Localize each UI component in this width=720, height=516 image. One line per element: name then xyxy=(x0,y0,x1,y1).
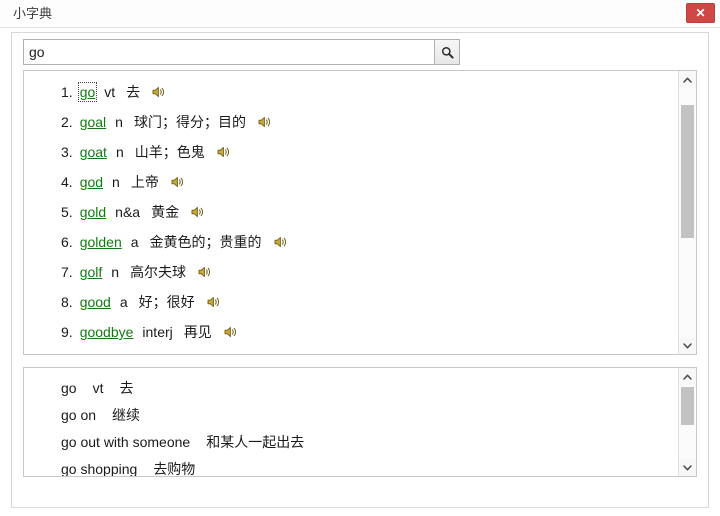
speaker-icon[interactable] xyxy=(190,205,205,219)
word-link[interactable]: good xyxy=(80,294,111,310)
word-definition: 金黄色的；贵重的 xyxy=(149,235,262,251)
word-pos: a xyxy=(130,234,139,250)
chevron-up-icon xyxy=(683,77,692,83)
scroll-down-button[interactable] xyxy=(679,337,696,354)
word-definition: 高尔夫球 xyxy=(130,265,187,281)
close-button[interactable]: ✕ xyxy=(686,3,715,23)
word-definition: 去 xyxy=(126,85,141,101)
chevron-up-icon xyxy=(683,374,692,380)
speaker-icon[interactable] xyxy=(197,265,212,279)
word-link[interactable]: golden xyxy=(80,234,122,250)
word-index: 5. xyxy=(61,204,73,220)
word-list-scrollbar[interactable] xyxy=(678,71,696,354)
list-item[interactable]: 3. goat n 山羊；色鬼 xyxy=(24,137,678,167)
word-index: 7. xyxy=(61,264,73,280)
phrase-list: go vt 去 go on 继续 go out with someone 和某人… xyxy=(24,368,678,477)
search-icon xyxy=(441,46,454,59)
list-item[interactable]: 6. golden a 金黄色的；贵重的 xyxy=(24,227,678,257)
phrase-list-scrollbar[interactable] xyxy=(678,368,696,476)
word-definition: 黄金 xyxy=(151,205,180,221)
speaker-icon[interactable] xyxy=(151,85,166,99)
word-pos: vt xyxy=(104,84,116,100)
word-list-viewport: 1. go vt 去 2. goal n 球门；得分；目的 3. goat n … xyxy=(24,71,678,354)
word-link[interactable]: go xyxy=(77,82,98,102)
speaker-icon[interactable] xyxy=(170,175,185,189)
word-link[interactable]: gold xyxy=(80,204,106,220)
phrase-pos: vt xyxy=(92,379,104,396)
phrase-term: go xyxy=(61,379,77,396)
title-bar: 小字典 ✕ xyxy=(0,0,720,28)
list-item[interactable]: go out with someone 和某人一起出去 xyxy=(24,428,678,455)
list-item[interactable]: 5. gold n&a 黄金 xyxy=(24,197,678,227)
word-link[interactable]: god xyxy=(80,174,103,190)
scroll-track[interactable] xyxy=(679,88,696,337)
phrase-term: go shopping xyxy=(61,460,138,477)
word-pos: n xyxy=(115,114,123,130)
word-index: 2. xyxy=(61,114,73,130)
word-index: 8. xyxy=(61,294,73,310)
word-definition: 好；很好 xyxy=(138,295,195,311)
list-item[interactable]: 7. golf n 高尔夫球 xyxy=(24,257,678,287)
phrase-list-viewport: go vt 去 go on 继续 go out with someone 和某人… xyxy=(24,368,678,477)
phrase-definition: 和某人一起出去 xyxy=(206,434,305,451)
word-definition: 山羊；色鬼 xyxy=(134,145,205,161)
list-item[interactable]: 10. goodness n 优良；德性；仁慈 xyxy=(24,347,678,354)
word-pos: interj xyxy=(142,324,173,340)
speaker-icon[interactable] xyxy=(206,295,221,309)
word-pos: a xyxy=(119,294,128,310)
scroll-track[interactable] xyxy=(679,385,696,459)
phrase-definition: 去购物 xyxy=(153,461,196,477)
word-index: 1. xyxy=(61,84,73,100)
scroll-up-button[interactable] xyxy=(679,368,696,385)
page-title: 小字典 xyxy=(13,6,53,21)
word-index: 9. xyxy=(61,324,73,340)
word-definition: 上帝 xyxy=(130,175,159,191)
word-definition: 再见 xyxy=(183,325,212,341)
scroll-thumb[interactable] xyxy=(681,387,694,425)
content-frame: 1. go vt 去 2. xyxy=(11,32,709,508)
list-item[interactable]: 4. god n 上帝 xyxy=(24,167,678,197)
word-link[interactable]: golf xyxy=(80,264,103,280)
list-item[interactable]: 1. go vt 去 xyxy=(24,77,678,107)
search-row xyxy=(23,39,469,65)
word-definition: 优良；德性；仁慈 xyxy=(176,352,288,354)
word-pos: n xyxy=(115,144,124,160)
search-input[interactable] xyxy=(23,39,435,65)
phrase-term: go out with someone xyxy=(61,433,191,450)
word-pos: n xyxy=(112,174,120,190)
word-link[interactable]: goodbye xyxy=(80,324,134,340)
scroll-thumb[interactable] xyxy=(681,105,694,238)
list-item[interactable]: go shopping 去购物 xyxy=(24,455,678,477)
word-index: 6. xyxy=(61,234,73,250)
word-link[interactable]: goal xyxy=(80,114,106,130)
scroll-down-button[interactable] xyxy=(679,459,696,476)
list-item[interactable]: go on 继续 xyxy=(24,401,678,428)
list-item[interactable]: go vt 去 xyxy=(24,374,678,401)
word-link[interactable]: goat xyxy=(80,144,107,160)
word-list: 1. go vt 去 2. goal n 球门；得分；目的 3. goat n … xyxy=(24,71,678,354)
dictionary-window: 小字典 ✕ 1. xyxy=(0,0,720,516)
phrase-list-panel: go vt 去 go on 继续 go out with someone 和某人… xyxy=(23,367,697,477)
list-item[interactable]: 9. goodbye interj 再见 xyxy=(24,317,678,347)
search-button[interactable] xyxy=(435,39,460,65)
word-pos: n xyxy=(111,264,120,280)
speaker-icon[interactable] xyxy=(223,325,238,339)
phrase-term: go on xyxy=(61,406,97,423)
close-icon: ✕ xyxy=(695,6,706,20)
word-list-panel: 1. go vt 去 2. goal n 球门；得分；目的 3. goat n … xyxy=(23,70,697,355)
chevron-down-icon xyxy=(683,464,692,471)
phrase-definition: 继续 xyxy=(112,407,141,424)
scroll-up-button[interactable] xyxy=(679,71,696,88)
word-definition: 球门；得分；目的 xyxy=(133,115,246,131)
phrase-definition: 去 xyxy=(119,380,134,397)
speaker-icon[interactable] xyxy=(257,115,272,129)
list-item[interactable]: 8. good a 好；很好 xyxy=(24,287,678,317)
word-index: 4. xyxy=(61,174,73,190)
list-item[interactable]: 2. goal n 球门；得分；目的 xyxy=(24,107,678,137)
word-pos: n&a xyxy=(115,204,141,220)
chevron-down-icon xyxy=(683,342,692,349)
word-index: 3. xyxy=(61,144,73,160)
speaker-icon[interactable] xyxy=(273,235,288,249)
speaker-icon[interactable] xyxy=(216,145,231,159)
